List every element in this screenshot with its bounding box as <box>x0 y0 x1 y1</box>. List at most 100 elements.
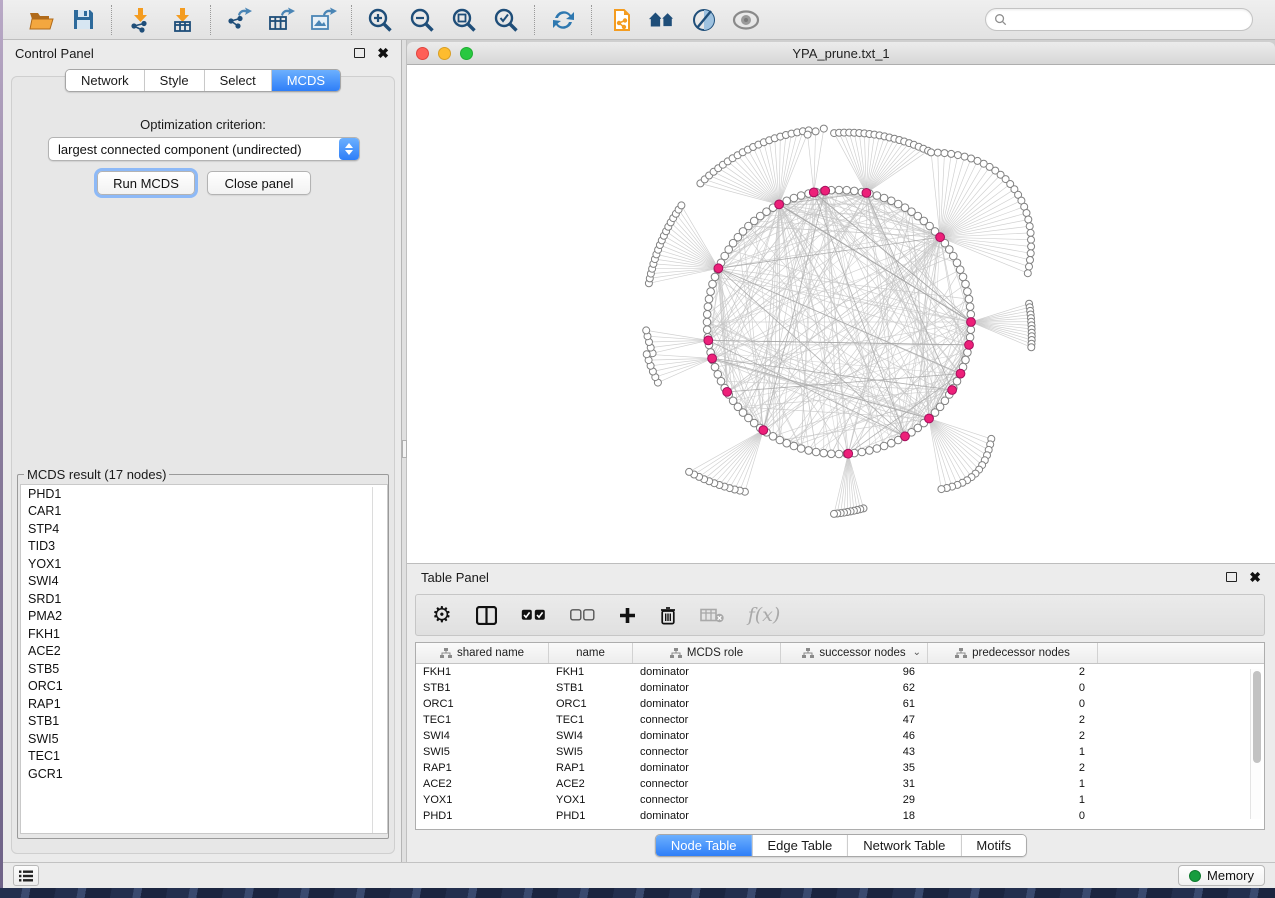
zoom-out-icon[interactable] <box>408 6 436 34</box>
table-row-SWI4[interactable]: SWI4SWI4dominator462 <box>416 728 1264 744</box>
column-header-predecessor-nodes[interactable]: predecessor nodes <box>928 643 1098 663</box>
mcds-result-item[interactable]: ORC1 <box>21 678 387 696</box>
tab-mcds[interactable]: MCDS <box>271 70 340 91</box>
cell: 62 <box>781 680 928 696</box>
cell: TEC1 <box>549 712 633 728</box>
mcds-result-item[interactable]: RAP1 <box>21 695 387 713</box>
mcds-result-item[interactable]: GCR1 <box>21 765 387 783</box>
cell: SWI5 <box>416 744 549 760</box>
add-column-icon[interactable] <box>619 607 636 624</box>
control-panel: Control Panel ✖ NetworkStyleSelectMCDS O… <box>3 40 402 862</box>
memory-button[interactable]: Memory <box>1178 865 1265 886</box>
column-header-name[interactable]: name <box>549 643 633 663</box>
cell: FKH1 <box>416 664 549 680</box>
mcds-result-item[interactable]: TID3 <box>21 538 387 556</box>
delete-column-icon[interactable] <box>660 606 676 625</box>
close-icon[interactable]: ✖ <box>1249 572 1261 582</box>
mcds-result-item[interactable]: SWI4 <box>21 573 387 591</box>
table-toolbar: ⚙ f(x) <box>415 594 1265 636</box>
show-hide-panel-icon[interactable] <box>732 6 760 34</box>
import-network-from-file-icon[interactable] <box>126 6 154 34</box>
table-row-PHD1[interactable]: PHD1PHD1dominator180 <box>416 808 1264 824</box>
toggle-graphics-details-icon[interactable] <box>690 6 718 34</box>
mcds-result-item[interactable]: FKH1 <box>21 625 387 643</box>
search-input[interactable] <box>1007 13 1244 27</box>
mcds-result-item[interactable]: ACE2 <box>21 643 387 661</box>
table-row-FKH1[interactable]: FKH1FKH1dominator962 <box>416 664 1264 680</box>
cell: 1 <box>928 776 1098 792</box>
run-mcds-button[interactable]: Run MCDS <box>97 171 195 195</box>
cell: ORC1 <box>549 696 633 712</box>
table-scrollbar-thumb[interactable] <box>1253 671 1261 763</box>
criterion-dropdown[interactable]: largest connected component (undirected) <box>48 137 360 161</box>
table-row-STB1[interactable]: STB1STB1dominator620 <box>416 680 1264 696</box>
close-icon[interactable]: ✖ <box>377 48 389 58</box>
column-header-MCDS-role[interactable]: MCDS role <box>633 643 781 663</box>
table-row-TEC1[interactable]: TEC1TEC1connector472 <box>416 712 1264 728</box>
export-network-icon[interactable] <box>225 6 253 34</box>
mcds-result-item[interactable]: SRD1 <box>21 590 387 608</box>
delete-table-icon <box>700 608 724 623</box>
mcds-result-item[interactable]: SWI5 <box>21 730 387 748</box>
share-document-icon[interactable] <box>606 6 634 34</box>
mcds-result-item[interactable]: CAR1 <box>21 503 387 521</box>
mcds-result-item[interactable]: PMA2 <box>21 608 387 626</box>
close-panel-button[interactable]: Close panel <box>207 171 311 195</box>
tab-network-table[interactable]: Network Table <box>847 835 960 856</box>
cell: 18 <box>781 808 928 824</box>
network-window-title: YPA_prune.txt_1 <box>407 46 1275 61</box>
tab-style[interactable]: Style <box>144 70 204 91</box>
mcds-result-item[interactable]: PHD1 <box>21 485 387 503</box>
deselect-all-icon[interactable] <box>570 609 595 621</box>
cell: PHD1 <box>416 808 549 824</box>
import-table-from-file-icon[interactable] <box>168 6 196 34</box>
mcds-result-item[interactable]: TEC1 <box>21 748 387 766</box>
zoom-fit-content-icon[interactable] <box>450 6 478 34</box>
table-row-SWI5[interactable]: SWI5SWI5connector431 <box>416 744 1264 760</box>
mcds-result-list[interactable]: PHD1CAR1STP4TID3YOX1SWI4SRD1PMA2FKH1ACE2… <box>20 484 388 834</box>
column-header-empty <box>1098 643 1264 663</box>
cell: 1 <box>928 744 1098 760</box>
tab-node-table[interactable]: Node Table <box>656 835 752 856</box>
open-session-home-icon[interactable] <box>648 6 676 34</box>
zoom-in-icon[interactable] <box>366 6 394 34</box>
task-history-button[interactable] <box>13 865 39 886</box>
refresh-view-icon[interactable] <box>549 6 577 34</box>
tab-select[interactable]: Select <box>204 70 271 91</box>
column-header-successor-nodes[interactable]: successor nodes⌄ <box>781 643 928 663</box>
table-scrollbar-track[interactable] <box>1250 669 1261 819</box>
column-layout-icon[interactable] <box>476 606 497 625</box>
network-canvas[interactable] <box>407 65 1275 563</box>
list-scrollbar-track[interactable] <box>372 487 373 834</box>
select-all-icon[interactable] <box>521 609 546 621</box>
criterion-value: largest connected component (undirected) <box>49 142 339 157</box>
export-table-icon[interactable] <box>267 6 295 34</box>
float-window-icon[interactable] <box>1226 572 1237 582</box>
mcds-result-item[interactable]: YOX1 <box>21 555 387 573</box>
cell: connector <box>633 744 781 760</box>
tab-edge-table[interactable]: Edge Table <box>751 835 847 856</box>
cell: 2 <box>928 728 1098 744</box>
mcds-result-item[interactable]: STP4 <box>21 520 387 538</box>
export-image-icon[interactable] <box>309 6 337 34</box>
table-settings-icon[interactable]: ⚙ <box>432 602 452 628</box>
float-window-icon[interactable] <box>354 48 365 58</box>
tab-network[interactable]: Network <box>66 70 144 91</box>
cell: 46 <box>781 728 928 744</box>
tab-motifs[interactable]: Motifs <box>960 835 1026 856</box>
table-row-ACE2[interactable]: ACE2ACE2connector311 <box>416 776 1264 792</box>
table-row-RAP1[interactable]: RAP1RAP1dominator352 <box>416 760 1264 776</box>
mcds-result-item[interactable]: STB1 <box>21 713 387 731</box>
search-field[interactable] <box>985 8 1253 31</box>
table-row-ORC1[interactable]: ORC1ORC1dominator610 <box>416 696 1264 712</box>
open-file-icon[interactable] <box>27 6 55 34</box>
zoom-selected-icon[interactable] <box>492 6 520 34</box>
dropdown-stepper-icon <box>339 138 359 160</box>
control-panel-tabs: NetworkStyleSelectMCDS <box>65 69 341 92</box>
network-window-titlebar[interactable]: YPA_prune.txt_1 <box>407 42 1275 65</box>
mcds-result-item[interactable]: STB5 <box>21 660 387 678</box>
table-row-YOX1[interactable]: YOX1YOX1connector291 <box>416 792 1264 808</box>
save-session-icon[interactable] <box>69 6 97 34</box>
column-header-shared-name[interactable]: shared name <box>416 643 549 663</box>
mcds-panel: NetworkStyleSelectMCDS Optimization crit… <box>11 76 395 854</box>
